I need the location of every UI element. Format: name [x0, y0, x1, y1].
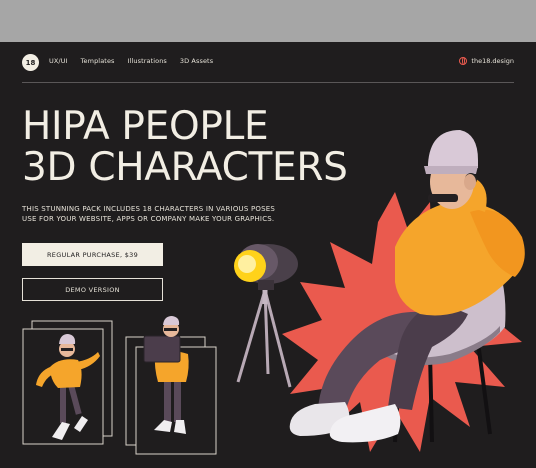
description-line-2: USE FOR YOUR WEBSITE, APPS OR COMPANY MA… — [22, 215, 275, 223]
title-line-1: HIPA PEOPLE — [22, 104, 269, 149]
page-title: HIPA PEOPLE 3D CHARACTERS — [22, 106, 348, 188]
regular-purchase-button[interactable]: REGULAR PURCHASE, $39 — [22, 243, 163, 266]
landing-page: 18 UX/UI Templates Illustrations 3D Asse… — [0, 42, 536, 468]
demo-version-button[interactable]: DEMO VERSION — [22, 278, 163, 301]
browser-top-bar — [0, 0, 536, 42]
description: THIS STUNNING PACK INCLUDES 18 CHARACTER… — [22, 204, 275, 224]
description-line-1: THIS STUNNING PACK INCLUDES 18 CHARACTER… — [22, 205, 275, 213]
studio-lamp-graphic — [234, 244, 298, 388]
title-line-2: 3D CHARACTERS — [22, 145, 348, 190]
